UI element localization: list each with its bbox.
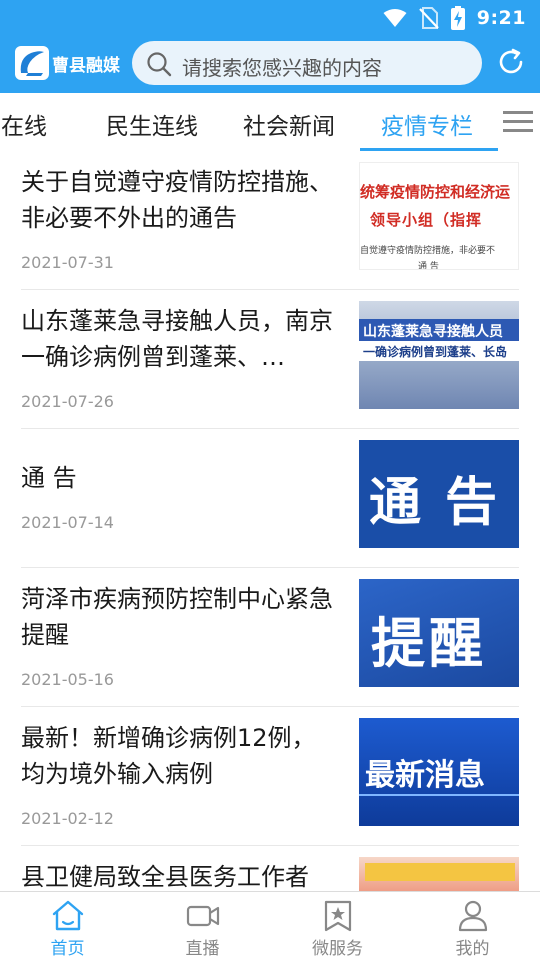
thumb-divider bbox=[359, 794, 519, 796]
nav-label: 我的 bbox=[455, 939, 490, 959]
nav-label: 微服务 bbox=[312, 939, 363, 959]
news-title: 山东蓬莱急寻接触人员，南京一确诊病例曾到蓬莱、… bbox=[21, 307, 333, 371]
news-title: 菏泽市疾病预防控制中心紧急提醒 bbox=[21, 585, 333, 649]
header: 9:21 曹县融媒 请搜索您感兴趣的内容 bbox=[0, 0, 540, 93]
thumb-text: 自觉遵守疫情防控措施，非必要不 bbox=[360, 246, 496, 256]
thumb-text: 提醒 bbox=[371, 612, 487, 675]
app-bar: 曹县融媒 请搜索您感兴趣的内容 bbox=[0, 38, 540, 88]
tab-livelihood[interactable]: 民生连线 bbox=[106, 107, 198, 141]
tab-online[interactable]: 主在线 bbox=[0, 107, 47, 141]
battery-charging-icon bbox=[450, 6, 465, 30]
thumb-text: 通告 bbox=[369, 473, 519, 533]
news-title: 通 告 bbox=[21, 464, 77, 492]
search-icon bbox=[147, 52, 172, 77]
home-icon bbox=[52, 900, 84, 931]
nav-label: 直播 bbox=[185, 939, 220, 959]
category-tabs: 主在线 民生连线 社会新闻 疫情专栏 bbox=[0, 93, 540, 151]
thumb-text: 山东蓬莱急寻接触人员 bbox=[363, 324, 503, 340]
news-thumbnail: 最新消息 bbox=[359, 718, 519, 826]
thumb-banner bbox=[365, 863, 515, 881]
app-root: 9:21 曹县融媒 请搜索您感兴趣的内容 在线 民生连线 社会新闻 疫情专栏 关… bbox=[0, 0, 540, 960]
search-bar[interactable]: 请搜索您感兴趣的内容 bbox=[132, 41, 482, 85]
news-date: 2021-05-16 bbox=[21, 670, 114, 689]
tab-social-news[interactable]: 社会新闻 bbox=[243, 107, 335, 141]
bookmark-star-icon bbox=[324, 900, 352, 932]
thumb-text: 统筹疫情防控和经济运 bbox=[360, 183, 511, 201]
news-title: 县卫健局致全县医务工作者 bbox=[21, 863, 309, 891]
brand-name: 曹县融媒 bbox=[52, 56, 120, 76]
tab-epidemic[interactable]: 疫情专栏 bbox=[381, 107, 473, 141]
nav-label: 首页 bbox=[50, 939, 85, 959]
news-date: 2021-07-14 bbox=[21, 513, 114, 532]
wifi-icon bbox=[383, 9, 407, 27]
no-sim-icon bbox=[418, 7, 439, 29]
menu-icon[interactable] bbox=[503, 109, 533, 133]
news-title: 关于自觉遵守疫情防控措施、非必要不外出的通告 bbox=[21, 168, 333, 232]
refresh-icon[interactable] bbox=[496, 47, 526, 77]
list-item[interactable]: 县卫健局致全县医务工作者 bbox=[0, 846, 540, 891]
nav-profile[interactable]: 我的 bbox=[405, 892, 540, 960]
nav-home[interactable]: 首页 bbox=[0, 892, 135, 960]
thumb-text: 通 告 bbox=[418, 262, 439, 270]
thumb-text: 一确诊病例曾到蓬莱、长岛 bbox=[363, 345, 508, 359]
list-item[interactable]: 关于自觉遵守疫情防控措施、非必要不外出的通告 2021-07-31 统筹疫情防控… bbox=[0, 151, 540, 290]
news-title: 最新！新增确诊病例12例，均为境外输入病例 bbox=[21, 724, 316, 788]
news-thumbnail: 提醒 bbox=[359, 579, 519, 687]
status-bar: 9:21 bbox=[0, 0, 540, 36]
list-item[interactable]: 菏泽市疾病预防控制中心紧急提醒 2021-05-16 提醒 bbox=[0, 568, 540, 707]
nav-live[interactable]: 直播 bbox=[135, 892, 270, 960]
news-list: 关于自觉遵守疫情防控措施、非必要不外出的通告 2021-07-31 统筹疫情防控… bbox=[0, 151, 540, 891]
list-item[interactable]: 通 告 2021-07-14 通告 bbox=[0, 429, 540, 568]
nav-services[interactable]: 微服务 bbox=[270, 892, 405, 960]
search-placeholder: 请搜索您感兴趣的内容 bbox=[182, 56, 382, 80]
news-thumbnail bbox=[359, 857, 519, 891]
news-thumbnail: 山东蓬莱急寻接触人员 一确诊病例曾到蓬莱、长岛 bbox=[359, 301, 519, 409]
news-thumbnail: 通告 bbox=[359, 440, 519, 548]
thumb-text: 最新消息 bbox=[365, 758, 485, 793]
status-icons: 9:21 bbox=[383, 6, 526, 30]
list-item[interactable]: 山东蓬莱急寻接触人员，南京一确诊病例曾到蓬莱、… 2021-07-26 山东蓬莱… bbox=[0, 290, 540, 429]
news-date: 2021-02-12 bbox=[21, 809, 114, 828]
user-icon bbox=[458, 900, 488, 932]
news-thumbnail: 统筹疫情防控和经济运 领导小组（指挥 自觉遵守疫情防控措施，非必要不 通 告 bbox=[359, 162, 519, 270]
news-date: 2021-07-26 bbox=[21, 392, 114, 411]
app-logo-icon[interactable] bbox=[15, 46, 49, 80]
bottom-nav: 首页 直播 微服务 我的 bbox=[0, 891, 540, 960]
thumb-text: 领导小组（指挥 bbox=[370, 211, 483, 229]
video-icon bbox=[186, 905, 220, 927]
news-date: 2021-07-31 bbox=[21, 253, 114, 272]
clock: 9:21 bbox=[476, 7, 526, 29]
list-item[interactable]: 最新！新增确诊病例12例，均为境外输入病例 2021-02-12 最新消息 bbox=[0, 707, 540, 846]
